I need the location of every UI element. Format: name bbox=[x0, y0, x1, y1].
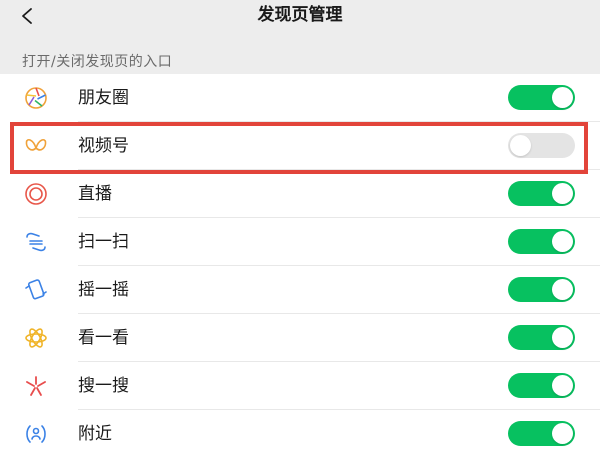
toggle-knob bbox=[552, 375, 573, 396]
channels-toggle[interactable] bbox=[508, 133, 575, 158]
list-item-channels: 视频号 bbox=[0, 122, 600, 170]
section-header: 打开/关闭发现页的入口 bbox=[0, 38, 600, 74]
scan-toggle[interactable] bbox=[508, 229, 575, 254]
search-starburst-icon bbox=[24, 374, 48, 398]
toggle-knob bbox=[552, 231, 573, 252]
navigation-bar: 发现页管理 bbox=[0, 0, 600, 38]
scan-icon bbox=[24, 230, 48, 254]
list-item-live: 直播 bbox=[0, 170, 600, 218]
top-stories-flower-icon bbox=[24, 326, 48, 350]
live-toggle[interactable] bbox=[508, 181, 575, 206]
live-broadcast-icon bbox=[24, 182, 48, 206]
list-item-top-stories: 看一看 bbox=[0, 314, 600, 362]
discover-entry-list: 朋友圈 视频号 直播 扫一扫 摇一摇 看一看 搜一搜 附近 bbox=[0, 74, 600, 458]
item-label: 搜一搜 bbox=[78, 376, 129, 396]
item-label: 朋友圈 bbox=[78, 88, 129, 108]
shake-toggle[interactable] bbox=[508, 277, 575, 302]
toggle-knob bbox=[510, 135, 531, 156]
search-toggle[interactable] bbox=[508, 373, 575, 398]
toggle-knob bbox=[552, 423, 573, 444]
moments-aperture-icon bbox=[24, 86, 48, 110]
list-item-search: 搜一搜 bbox=[0, 362, 600, 410]
item-label: 摇一摇 bbox=[78, 280, 129, 300]
top-stories-toggle[interactable] bbox=[508, 325, 575, 350]
nearby-icon bbox=[24, 422, 48, 446]
toggle-knob bbox=[552, 87, 573, 108]
nearby-toggle[interactable] bbox=[508, 421, 575, 446]
toggle-knob bbox=[552, 183, 573, 204]
moments-toggle[interactable] bbox=[508, 85, 575, 110]
page-title: 发现页管理 bbox=[257, 5, 343, 25]
item-label: 看一看 bbox=[78, 328, 129, 348]
list-item-scan: 扫一扫 bbox=[0, 218, 600, 266]
list-item-nearby: 附近 bbox=[0, 410, 600, 458]
shake-phone-icon bbox=[24, 278, 48, 302]
item-label: 直播 bbox=[78, 184, 112, 204]
list-item-shake: 摇一摇 bbox=[0, 266, 600, 314]
section-label: 打开/关闭发现页的入口 bbox=[22, 54, 173, 70]
list-item-moments: 朋友圈 bbox=[0, 74, 600, 122]
channels-butterfly-icon bbox=[24, 134, 48, 158]
item-label: 附近 bbox=[78, 424, 112, 444]
toggle-knob bbox=[552, 327, 573, 348]
item-label: 扫一扫 bbox=[78, 232, 129, 252]
toggle-knob bbox=[552, 279, 573, 300]
item-label: 视频号 bbox=[78, 136, 129, 156]
